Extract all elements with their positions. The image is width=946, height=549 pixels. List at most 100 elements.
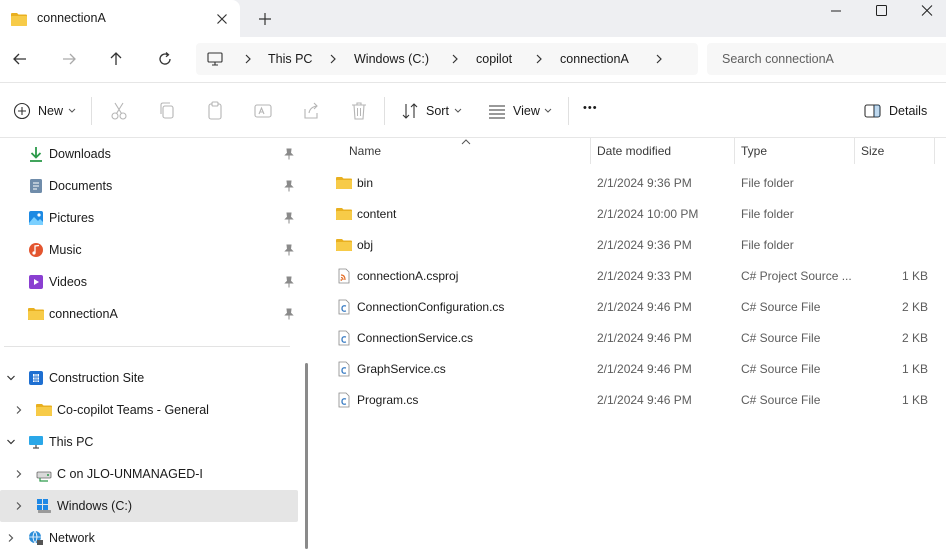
cs-file-icon bbox=[338, 392, 350, 408]
pin-icon[interactable] bbox=[283, 244, 295, 256]
chevron-right-icon[interactable] bbox=[14, 501, 24, 511]
column-divider[interactable] bbox=[934, 138, 935, 164]
chevron-right-icon[interactable] bbox=[14, 405, 24, 415]
file-name: Program.cs bbox=[357, 393, 419, 407]
breadcrumb-this-pc[interactable]: This PC bbox=[268, 52, 312, 66]
file-type: C# Source File bbox=[741, 300, 821, 314]
share-icon[interactable] bbox=[301, 100, 321, 122]
file-type: File folder bbox=[741, 238, 794, 252]
close-tab-icon[interactable] bbox=[214, 11, 230, 27]
column-header-name[interactable]: Name bbox=[349, 144, 381, 158]
details-button[interactable]: Details bbox=[864, 100, 934, 122]
file-row[interactable]: GraphService.cs 2/1/2024 9:46 PM C# Sour… bbox=[332, 354, 946, 384]
up-icon[interactable] bbox=[105, 48, 127, 70]
copy-icon[interactable] bbox=[157, 100, 177, 122]
file-row[interactable]: connectionA.csproj 2/1/2024 9:33 PM C# P… bbox=[332, 261, 946, 291]
building-icon bbox=[29, 371, 43, 385]
nav-item-network[interactable]: Network bbox=[0, 522, 298, 549]
nav-item-videos[interactable]: Videos bbox=[0, 266, 298, 298]
file-date: 2/1/2024 9:46 PM bbox=[597, 331, 692, 345]
nav-item-music[interactable]: Music bbox=[0, 234, 298, 266]
tab-connectionA[interactable]: connectionA bbox=[0, 0, 240, 37]
file-row[interactable]: bin 2/1/2024 9:36 PM File folder bbox=[332, 168, 946, 198]
nav-scrollbar[interactable] bbox=[305, 363, 308, 549]
file-size: 1 KB bbox=[901, 362, 928, 376]
delete-icon[interactable] bbox=[349, 100, 369, 122]
nav-item-windows-c[interactable]: Windows (C:) bbox=[0, 490, 298, 522]
file-row[interactable]: ConnectionConfiguration.cs 2/1/2024 9:46… bbox=[332, 292, 946, 322]
breadcrumb-copilot[interactable]: copilot bbox=[476, 52, 512, 66]
file-date: 2/1/2024 9:36 PM bbox=[597, 238, 692, 252]
file-type: C# Project Source ... bbox=[741, 269, 851, 283]
refresh-icon[interactable] bbox=[154, 48, 176, 70]
search-box[interactable]: Search connectionA bbox=[707, 43, 946, 75]
more-options-button[interactable]: ••• bbox=[583, 100, 605, 122]
sort-button[interactable]: Sort bbox=[401, 100, 463, 122]
nav-item-co-copilot-teams[interactable]: Co-copilot Teams - General bbox=[0, 394, 298, 426]
chevron-right-icon[interactable] bbox=[654, 53, 664, 65]
nav-label: Documents bbox=[49, 179, 113, 193]
column-header-type[interactable]: Type bbox=[741, 144, 767, 158]
nav-item-documents[interactable]: Documents bbox=[0, 170, 298, 202]
chevron-right-icon[interactable] bbox=[534, 53, 544, 65]
nav-item-connectionA[interactable]: connectionA bbox=[0, 298, 298, 330]
view-button[interactable]: View bbox=[488, 100, 554, 122]
column-divider[interactable] bbox=[590, 138, 591, 164]
back-icon[interactable] bbox=[9, 48, 31, 70]
file-name: bin bbox=[357, 176, 374, 190]
chevron-right-icon[interactable] bbox=[14, 469, 24, 479]
breadcrumb-connectionA[interactable]: connectionA bbox=[560, 52, 629, 66]
column-header-date[interactable]: Date modified bbox=[597, 144, 671, 158]
file-row[interactable]: content 2/1/2024 10:00 PM File folder bbox=[332, 199, 946, 229]
nav-item-pictures[interactable]: Pictures bbox=[0, 202, 298, 234]
file-date: 2/1/2024 9:36 PM bbox=[597, 176, 692, 190]
network-drive-icon bbox=[36, 471, 52, 482]
chevron-right-icon[interactable] bbox=[450, 53, 460, 65]
nav-label: Windows (C:) bbox=[57, 499, 133, 513]
download-icon bbox=[30, 147, 42, 162]
file-date: 2/1/2024 9:46 PM bbox=[597, 300, 692, 314]
address-bar[interactable]: This PC Windows (C:) copilot connectionA bbox=[196, 43, 698, 75]
file-name: ConnectionService.cs bbox=[357, 331, 474, 345]
file-date: 2/1/2024 9:33 PM bbox=[597, 269, 692, 283]
breadcrumb-windows-c[interactable]: Windows (C:) bbox=[354, 52, 429, 66]
column-divider[interactable] bbox=[854, 138, 855, 164]
nav-label: Downloads bbox=[49, 147, 111, 161]
cut-icon[interactable] bbox=[109, 100, 129, 122]
column-header-size[interactable]: Size bbox=[861, 144, 884, 158]
nav-item-downloads[interactable]: Downloads bbox=[0, 138, 298, 170]
nav-item-construction-site[interactable]: Construction Site bbox=[0, 362, 298, 394]
sort-ascending-icon bbox=[461, 139, 471, 145]
new-tab-icon[interactable] bbox=[256, 10, 274, 28]
pin-icon[interactable] bbox=[283, 276, 295, 288]
file-size: 1 KB bbox=[901, 393, 928, 407]
file-row[interactable]: Program.cs 2/1/2024 9:46 PM C# Source Fi… bbox=[332, 385, 946, 415]
pin-icon[interactable] bbox=[283, 212, 295, 224]
file-name: ConnectionConfiguration.cs bbox=[357, 300, 505, 314]
chevron-right-icon[interactable] bbox=[6, 533, 16, 543]
close-window-icon[interactable] bbox=[917, 2, 937, 20]
new-button[interactable]: New bbox=[13, 100, 78, 122]
more-options-icon: ••• bbox=[583, 102, 598, 114]
pin-icon[interactable] bbox=[283, 180, 295, 192]
forward-icon[interactable] bbox=[58, 48, 80, 70]
column-divider[interactable] bbox=[734, 138, 735, 164]
file-row[interactable]: obj 2/1/2024 9:36 PM File folder bbox=[332, 230, 946, 260]
chevron-down-icon[interactable] bbox=[6, 437, 16, 447]
chevron-down-icon bbox=[454, 108, 462, 113]
cs-file-icon bbox=[338, 361, 350, 377]
paste-icon[interactable] bbox=[205, 100, 225, 122]
pin-icon[interactable] bbox=[283, 308, 295, 320]
file-row[interactable]: ConnectionService.cs 2/1/2024 9:46 PM C#… bbox=[332, 323, 946, 353]
folder-icon bbox=[336, 239, 352, 251]
folder-icon bbox=[336, 208, 352, 220]
chevron-right-icon[interactable] bbox=[328, 53, 338, 65]
rename-icon[interactable] bbox=[253, 100, 273, 122]
pin-icon[interactable] bbox=[283, 148, 295, 160]
chevron-down-icon[interactable] bbox=[6, 373, 16, 383]
nav-item-network-drive[interactable]: C on JLO-UNMANAGED-I bbox=[0, 458, 298, 490]
minimize-icon[interactable] bbox=[826, 2, 846, 20]
nav-item-this-pc[interactable]: This PC bbox=[0, 426, 298, 458]
maximize-icon[interactable] bbox=[871, 2, 891, 20]
file-list: Name Date modified Type Size bin 2/1/202… bbox=[316, 138, 946, 549]
